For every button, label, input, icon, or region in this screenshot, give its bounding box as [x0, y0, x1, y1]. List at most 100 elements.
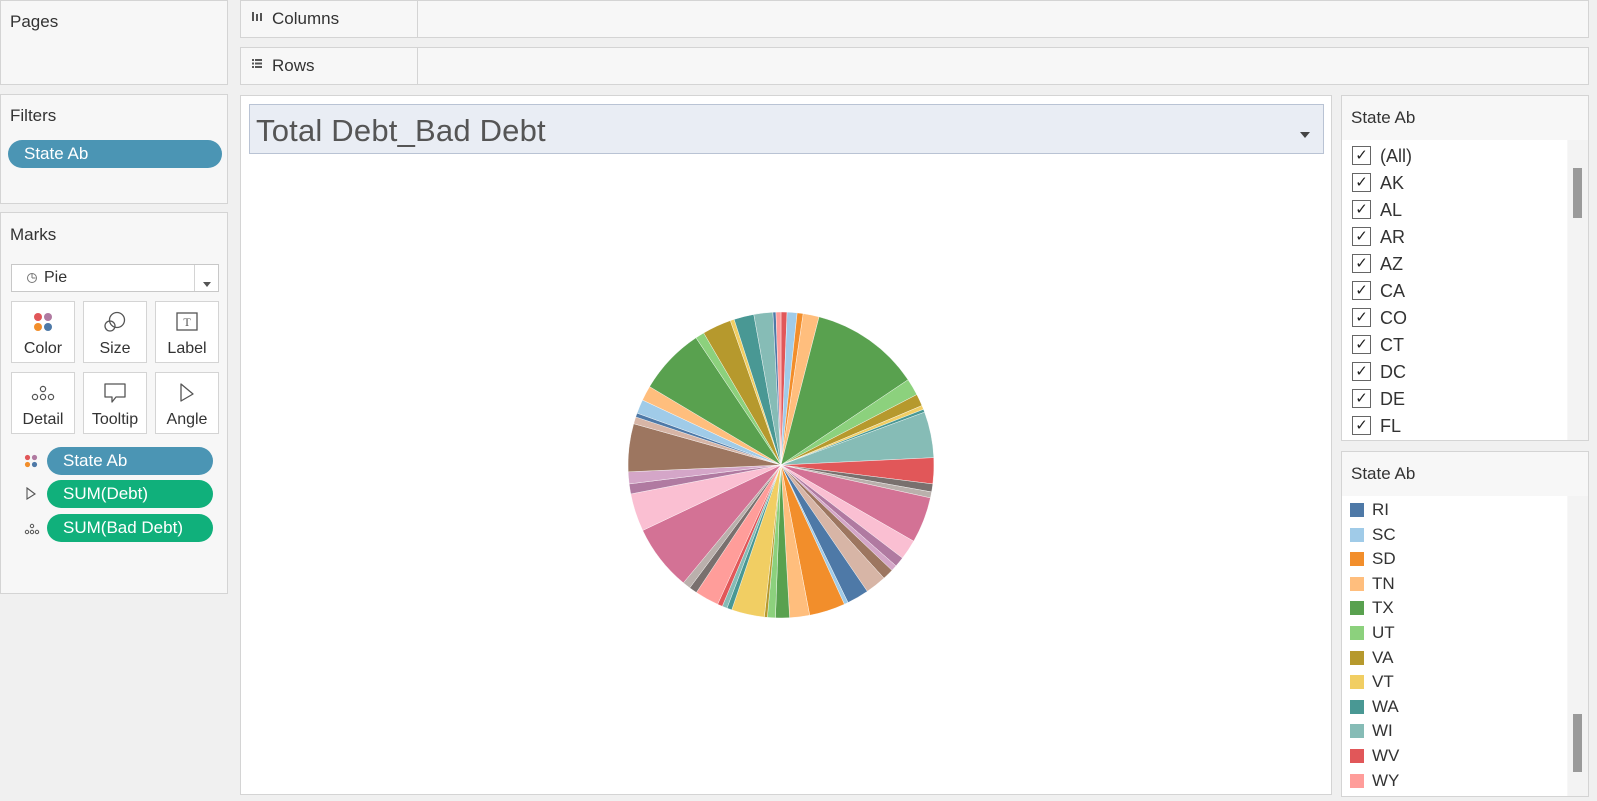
angle-icon: [156, 381, 218, 405]
marks-pill-sum-debt[interactable]: SUM(Debt): [47, 480, 213, 508]
color-icon: [24, 454, 38, 473]
filter-item-label: AZ: [1380, 254, 1404, 274]
angle-button-label: Angle: [166, 411, 208, 428]
legend-item-label: UT: [1372, 623, 1395, 642]
filter-item-label: CO: [1380, 308, 1407, 328]
rows-icon: [251, 57, 263, 72]
label-button[interactable]: T Label: [155, 301, 219, 363]
columns-shelf[interactable]: Columns: [240, 0, 1589, 38]
color-button-label: Color: [23, 340, 63, 357]
legend-item-label: VA: [1372, 647, 1394, 667]
color-icon: [12, 310, 74, 334]
checkbox[interactable]: ✓: [1352, 416, 1371, 435]
angle-icon: [25, 486, 37, 506]
detail-button[interactable]: Detail: [11, 372, 75, 434]
pie-icon: [26, 271, 38, 289]
filter-card-list: ✓ (All) ✓ AK ✓ AL ✓ AR ✓ AZ ✓ CA ✓ CO ✓ CT ✓ DC ✓ DE ✓ FL: [1342, 140, 1567, 440]
checkbox[interactable]: ✓: [1352, 389, 1371, 408]
label-button-label: Label: [167, 340, 207, 357]
legend-swatch: [1350, 626, 1364, 640]
legend-swatch: [1350, 724, 1364, 739]
rows-label: Rows: [272, 56, 315, 75]
legend-item-label: WI: [1372, 721, 1393, 741]
legend-item-label: TN: [1372, 573, 1395, 593]
legend-item-label: SC: [1372, 524, 1396, 544]
checkbox[interactable]: ✓: [1352, 281, 1371, 300]
pages-title: Pages: [10, 12, 59, 31]
tooltip-button[interactable]: Tooltip: [83, 372, 147, 434]
checkbox[interactable]: ✓: [1352, 200, 1371, 219]
legend-scrollbar[interactable]: [1568, 496, 1588, 796]
filter-card-scrollbar[interactable]: [1568, 140, 1588, 440]
legend-item-label: VT: [1372, 672, 1394, 692]
filter-pill-state-ab[interactable]: State Ab: [8, 140, 222, 168]
detail-icon: [12, 381, 74, 405]
legend-swatch: [1350, 650, 1364, 665]
mark-type-dropdown[interactable]: Pie: [11, 264, 219, 292]
chevron-down-icon[interactable]: [202, 275, 212, 293]
filters-title: Filters: [10, 106, 57, 125]
filter-item-label: AL: [1380, 200, 1403, 220]
filter-item-label: FL: [1380, 416, 1402, 436]
marks-title: Marks: [10, 225, 57, 244]
marks-pill-state-ab[interactable]: State Ab: [47, 447, 213, 475]
filter-card-title: State Ab: [1351, 108, 1416, 127]
legend-swatch: [1350, 601, 1364, 616]
size-button-label: Size: [99, 340, 131, 357]
pie-chart: [627, 311, 935, 619]
legend-item-label: RI: [1372, 500, 1389, 519]
label-icon: T: [156, 310, 218, 334]
columns-label: Columns: [272, 9, 340, 28]
filter-item-label: DC: [1380, 362, 1406, 382]
legend-item-label: WY: [1372, 770, 1400, 790]
legend-swatch: [1350, 675, 1364, 690]
legend-swatch: [1350, 527, 1364, 542]
checkbox[interactable]: ✓: [1352, 173, 1371, 192]
filter-item-label: (All): [1380, 146, 1412, 166]
legend-swatch: [1350, 552, 1364, 567]
scrollbar-thumb[interactable]: [1573, 714, 1582, 772]
state-color-legend: State Ab RI SC SD TN TX UT VA VT WA WI WV WY: [1341, 451, 1589, 797]
checkbox[interactable]: ✓: [1352, 308, 1371, 327]
checkbox[interactable]: ✓: [1352, 227, 1371, 246]
size-icon: [84, 310, 146, 334]
angle-button[interactable]: Angle: [155, 372, 219, 434]
legend-swatch: [1350, 503, 1364, 517]
filter-item-label: CT: [1380, 335, 1404, 355]
legend-swatch: [1350, 699, 1364, 714]
size-button[interactable]: Size: [83, 301, 147, 363]
filters-card: Filters State Ab: [0, 94, 228, 204]
legend-swatch: [1350, 749, 1364, 763]
columns-icon: [251, 10, 263, 25]
checkbox[interactable]: ✓: [1352, 254, 1371, 273]
legend-item-label: WA: [1372, 696, 1399, 716]
tooltip-button-label: Tooltip: [91, 411, 139, 428]
pages-card: Pages: [0, 0, 228, 85]
legend-swatch: [1350, 773, 1364, 788]
scrollbar-thumb[interactable]: [1573, 168, 1582, 218]
legend-item-label: WV: [1372, 746, 1400, 765]
legend-list: RI SC SD TN TX UT VA VT WA WI WV WY: [1342, 496, 1567, 796]
view-canvas: Total Debt_Bad Debt: [240, 95, 1332, 795]
legend-item-label: TX: [1372, 598, 1394, 618]
rows-shelf-label-area: Rows: [241, 48, 418, 84]
svg-text:T: T: [183, 315, 191, 329]
legend-swatch: [1350, 576, 1364, 591]
checkbox[interactable]: ✓: [1352, 362, 1371, 381]
checkbox[interactable]: ✓: [1352, 335, 1371, 354]
filter-item-label: CA: [1380, 281, 1406, 301]
filter-item-label: AK: [1380, 173, 1405, 193]
filter-item-label: AR: [1380, 227, 1406, 247]
filter-item-label: DE: [1380, 389, 1406, 409]
rows-shelf[interactable]: Rows: [240, 47, 1589, 85]
detail-button-label: Detail: [22, 411, 64, 428]
checkbox[interactable]: ✓: [1352, 146, 1371, 165]
marks-pill-sum-bad-debt[interactable]: SUM(Bad Debt): [47, 514, 213, 542]
tooltip-icon: [84, 381, 146, 405]
dropdown-divider: [194, 265, 195, 291]
state-filter-card: State Ab ✓ (All) ✓ AK ✓ AL ✓ AR ✓ AZ ✓ CA ✓ CO ✓ CT ✓ DC ✓…: [1341, 95, 1589, 441]
marks-card: Marks Pie Color Size T Label Detail Tool…: [0, 212, 228, 594]
legend-title: State Ab: [1351, 464, 1416, 483]
detail-icon: [24, 522, 40, 540]
color-button[interactable]: Color: [11, 301, 75, 363]
